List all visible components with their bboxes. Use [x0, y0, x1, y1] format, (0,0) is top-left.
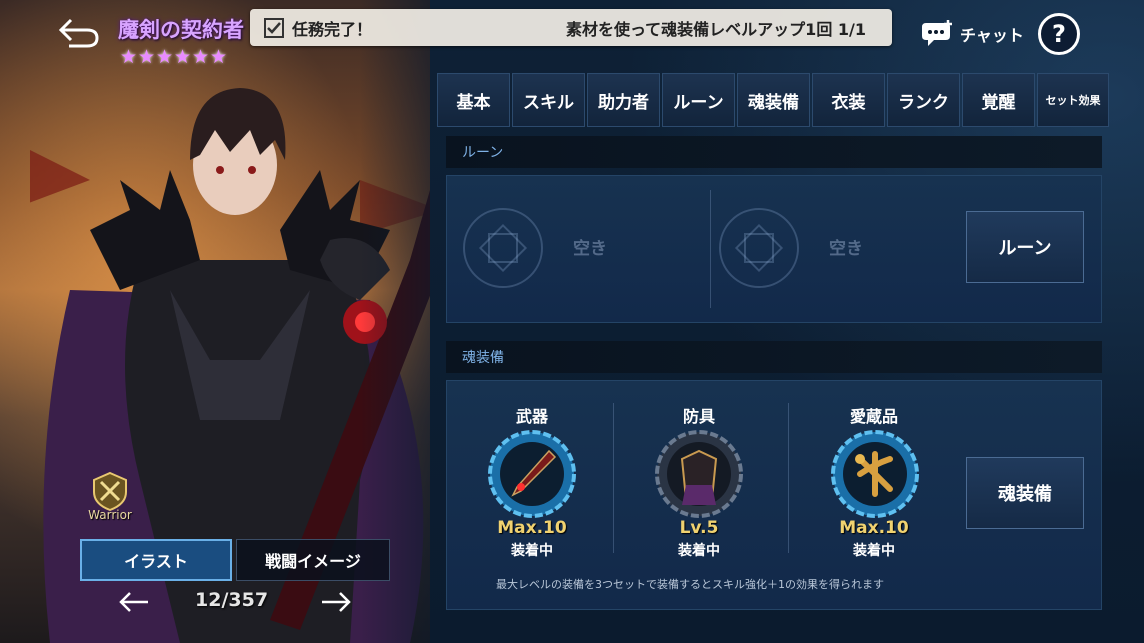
- task-done-label: 任務完了！: [292, 19, 373, 39]
- star-icon: ★: [120, 46, 138, 68]
- tab-bar: 基本 スキル 助力者 ルーン 魂装備 衣装 ランク 覚醒 セット効果: [437, 73, 1109, 127]
- set-bonus-note: 最大レベルの装備を3つセットで装備するとスキル強化＋1の効果を得られます: [496, 578, 884, 591]
- tab-label: セット効果: [1045, 94, 1101, 107]
- tab-rune[interactable]: ルーン: [662, 73, 735, 127]
- treasure-level: Max.10: [839, 518, 909, 538]
- rune-section-heading: ルーン: [446, 136, 1102, 168]
- tab-label: ルーン: [673, 92, 724, 113]
- tab-label: 助力者: [598, 92, 649, 113]
- illust-button-label: イラスト: [124, 552, 188, 571]
- rune-section: 空き 空き ルーン: [446, 175, 1102, 323]
- divider: [710, 190, 711, 308]
- tab-label: 基本: [456, 92, 491, 113]
- soul-gear-button-label: 魂装備: [998, 484, 1052, 505]
- tab-awaken[interactable]: 覚醒: [962, 73, 1035, 127]
- treasure-icon[interactable]: [830, 429, 920, 519]
- star-icon: ★: [156, 46, 174, 68]
- weapon-icon[interactable]: [487, 429, 577, 519]
- rune-button[interactable]: ルーン: [966, 211, 1084, 283]
- rune-slot-2[interactable]: [719, 208, 799, 288]
- illust-button[interactable]: イラスト: [80, 539, 232, 581]
- weapon-level: Max.10: [497, 518, 567, 538]
- back-button[interactable]: [55, 14, 101, 52]
- prev-arrow-icon[interactable]: [118, 590, 152, 614]
- battle-button-label: 戦闘イメージ: [265, 552, 361, 571]
- class-label: Warrior: [88, 508, 132, 522]
- weapon-status: 装着中: [511, 543, 553, 559]
- armor-label: 防具: [682, 407, 715, 426]
- soul-gear-section-heading: 魂装備: [446, 341, 1102, 373]
- tab-label: ランク: [898, 92, 949, 113]
- section-title: 魂装備: [462, 350, 504, 366]
- task-detail: 素材を使って魂装備レベルアップ1回 1/1: [565, 19, 866, 39]
- checkbox-icon: [264, 17, 284, 38]
- tab-label: 覚醒: [981, 92, 1016, 113]
- divider: [613, 403, 614, 553]
- star-icon: ★: [210, 46, 228, 68]
- rune-button-label: ルーン: [998, 238, 1052, 259]
- star-rating: ★ ★ ★ ★ ★ ★: [120, 46, 228, 68]
- question-icon: ?: [1052, 20, 1066, 48]
- armor-status: 装着中: [678, 543, 720, 559]
- warrior-crest-icon: [93, 471, 127, 512]
- tab-soul-gear[interactable]: 魂装備: [737, 73, 810, 127]
- rune-slot-1-label: 空き: [573, 239, 607, 259]
- empty-rune-icon: [478, 223, 528, 273]
- treasure-label: 愛蔵品: [849, 407, 898, 426]
- chat-button[interactable]: チャット: [922, 18, 1024, 50]
- chat-icon: [922, 20, 952, 46]
- help-button[interactable]: ?: [1038, 13, 1080, 55]
- tab-label: 衣装: [831, 92, 866, 113]
- tab-label: スキル: [523, 92, 574, 113]
- page-counter: 12/357: [195, 589, 269, 611]
- treasure-status: 装着中: [853, 543, 895, 559]
- rune-slot-1[interactable]: [463, 208, 543, 288]
- next-arrow-icon[interactable]: [318, 590, 352, 614]
- weapon-label: 武器: [515, 407, 548, 426]
- rune-slot-2-label: 空き: [829, 239, 863, 259]
- class-badge: Warrior: [82, 470, 138, 526]
- tab-label: 魂装備: [748, 92, 799, 113]
- tab-skill[interactable]: スキル: [512, 73, 585, 127]
- soul-gear-button[interactable]: 魂装備: [966, 457, 1084, 529]
- tab-rank[interactable]: ランク: [887, 73, 960, 127]
- star-icon: ★: [174, 46, 192, 68]
- star-icon: ★: [138, 46, 156, 68]
- armor-icon[interactable]: [654, 429, 744, 519]
- tab-costume[interactable]: 衣装: [812, 73, 885, 127]
- back-arrow-icon: [58, 18, 99, 48]
- tab-basic[interactable]: 基本: [437, 73, 510, 127]
- section-title: ルーン: [462, 145, 504, 161]
- tab-set-effect[interactable]: セット効果: [1037, 73, 1109, 127]
- star-icon: ★: [192, 46, 210, 68]
- tab-helper[interactable]: 助力者: [587, 73, 660, 127]
- chat-label: チャット: [960, 26, 1024, 45]
- armor-level: Lv.5: [679, 518, 719, 538]
- task-complete-banner[interactable]: 任務完了！ 素材を使って魂装備レベルアップ1回 1/1: [250, 9, 892, 46]
- battle-image-button[interactable]: 戦闘イメージ: [236, 539, 390, 581]
- character-name: 魔剣の契約者: [118, 18, 244, 42]
- divider: [788, 403, 789, 553]
- empty-rune-icon: [734, 223, 784, 273]
